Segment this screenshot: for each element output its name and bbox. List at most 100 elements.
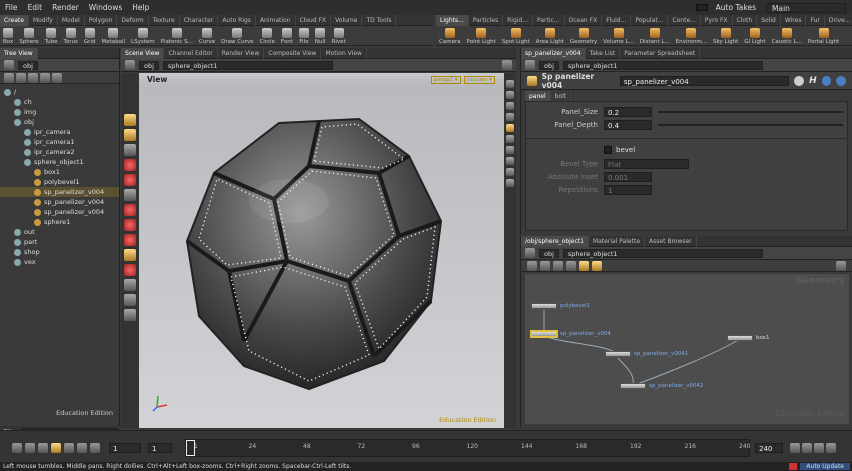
stop-icon[interactable]	[51, 443, 61, 453]
pane-tab[interactable]: Parameter Spreadsheet	[620, 47, 701, 59]
shelf-tab[interactable]: Character	[180, 14, 219, 26]
toolbar-icon[interactable]	[566, 261, 576, 271]
desktop-select[interactable]: Main	[766, 2, 846, 13]
jump-start-icon[interactable]	[12, 443, 22, 453]
shelf-tab[interactable]: Cloud FX	[296, 14, 332, 26]
shelf-tool[interactable]: Camera	[436, 28, 464, 45]
shelf-tab[interactable]: Polygon	[85, 14, 118, 26]
shelf-tab[interactable]: Partic...	[533, 14, 565, 26]
bevel-checkbox[interactable]	[604, 146, 612, 154]
shelf-tool[interactable]: LSystem	[128, 28, 158, 45]
display-icon[interactable]	[506, 113, 514, 121]
shelf-tab[interactable]: Solid	[757, 14, 781, 26]
back-icon[interactable]	[4, 60, 14, 70]
tree-item[interactable]: vex	[0, 257, 119, 267]
shelf-tool[interactable]: Distant L...	[637, 28, 673, 45]
shelf-tab[interactable]: Texture	[149, 14, 180, 26]
display-icon[interactable]	[506, 168, 514, 176]
tree-item[interactable]: ipr_camera2	[0, 147, 119, 157]
panel-size-field[interactable]: 0.2	[604, 107, 652, 117]
node-sp-panelizer-v0042[interactable]: sp_panelizer_v0042	[620, 383, 703, 389]
node-name-field[interactable]: sp_panelizer_v004	[619, 75, 790, 86]
end-frame-field[interactable]: 240	[755, 443, 783, 453]
tree-item[interactable]: obj	[0, 117, 119, 127]
menu-file[interactable]: File	[0, 3, 23, 12]
shelf-tool[interactable]: Platonic S...	[158, 28, 196, 45]
alert-icon[interactable]	[789, 463, 798, 470]
shelf-tool[interactable]: Null	[312, 28, 329, 45]
pane-tab[interactable]: Take List	[586, 47, 621, 59]
shelf-tab[interactable]: Fur	[806, 14, 825, 26]
arrow-icon[interactable]	[124, 144, 136, 156]
info-icon[interactable]	[821, 75, 832, 86]
camera-icon[interactable]	[124, 279, 136, 291]
shelf-tool[interactable]: Rivet	[329, 28, 349, 45]
menu-edit[interactable]: Edit	[23, 3, 48, 12]
pane-tab[interactable]: /obj/sphere_object1	[521, 235, 589, 247]
repetitions-field[interactable]: 1	[604, 185, 652, 195]
node-box[interactable]	[620, 383, 646, 389]
shelf-tab[interactable]: Volume	[331, 14, 363, 26]
shelf-tab[interactable]: TD Tools	[362, 14, 397, 26]
display-icon[interactable]	[506, 179, 514, 187]
shelf-tab[interactable]: Animation	[256, 14, 296, 26]
search-icon[interactable]	[836, 261, 846, 271]
shelf-tab[interactable]: Pyro FX	[701, 14, 733, 26]
keys-icon[interactable]	[790, 443, 800, 453]
tree-item[interactable]: sp_panelizer_v004	[0, 197, 119, 207]
tree-item[interactable]: box1	[0, 167, 119, 177]
node-box[interactable]	[531, 303, 557, 309]
shelf-tab[interactable]: Deform	[117, 14, 149, 26]
auto-takes[interactable]: Auto Takes	[691, 3, 766, 12]
shelf-tool[interactable]: Box	[0, 28, 16, 45]
auto-takes-checkbox[interactable]	[695, 4, 708, 11]
panel-size-slider[interactable]	[658, 111, 843, 113]
shelf-tab[interactable]: Populat...	[631, 14, 669, 26]
node-sp-panelizer-v0041[interactable]: sp_panelizer_v0041	[605, 351, 688, 357]
audio-icon[interactable]	[802, 443, 812, 453]
paint-icon[interactable]	[124, 264, 136, 276]
houdini-help-icon[interactable]: H	[809, 76, 817, 86]
tree-item[interactable]: sphere_object1	[0, 157, 119, 167]
tree-item[interactable]: out	[0, 227, 119, 237]
play-reverse-icon[interactable]	[38, 443, 48, 453]
shelf-tool[interactable]: Metaball	[98, 28, 128, 45]
step-back-icon[interactable]	[25, 443, 35, 453]
tree-item[interactable]: part	[0, 237, 119, 247]
display-icon[interactable]	[506, 80, 514, 88]
shelf-tool[interactable]: Point Light	[464, 28, 499, 45]
viewport[interactable]: View persp1 ▾ no cam ▾ Education Edition	[139, 73, 504, 428]
shelf-tool[interactable]: Geometry	[567, 28, 600, 45]
transform-tool-icon[interactable]	[124, 129, 136, 141]
cam-menu[interactable]: no cam ▾	[464, 76, 495, 84]
shelf-tab[interactable]: Lights...	[436, 14, 469, 26]
magnet-icon[interactable]	[124, 249, 136, 261]
tree-item[interactable]: shop	[0, 247, 119, 257]
param-path-obj[interactable]: obj	[539, 60, 559, 70]
shelf-tab[interactable]: Modify	[29, 14, 58, 26]
shelf-tab[interactable]: Particles	[469, 14, 504, 26]
shelf-tool[interactable]: Portal Light	[805, 28, 842, 45]
shelf-tab[interactable]: Fluid...	[602, 14, 632, 26]
pane-tab[interactable]: sp_panelizer_v004	[521, 47, 586, 59]
viewer-path-obj[interactable]: obj	[139, 60, 159, 70]
shelf-tab[interactable]: Model	[58, 14, 85, 26]
rotate-icon[interactable]	[124, 174, 136, 186]
menu-windows[interactable]: Windows	[84, 3, 127, 12]
shelf-tool[interactable]: Tube	[42, 28, 61, 45]
panel-depth-slider[interactable]	[658, 124, 843, 126]
toolbar-icon[interactable]	[16, 73, 26, 83]
toolbar-icon[interactable]	[540, 261, 550, 271]
jump-end-icon[interactable]	[90, 443, 100, 453]
shelf-tab[interactable]: Drive...	[825, 15, 852, 26]
node-polybevel1[interactable]: polybevel1	[531, 303, 590, 309]
back-icon[interactable]	[525, 60, 535, 70]
persp-menu[interactable]: persp1 ▾	[431, 76, 461, 84]
brush-icon[interactable]	[124, 234, 136, 246]
current-frame-field[interactable]: 1	[109, 443, 141, 453]
toolbar-icon[interactable]	[40, 73, 50, 83]
network-canvas[interactable]: Geometry Education Edition polybevel1 sp…	[525, 274, 849, 424]
shelf-tab[interactable]: Wires	[781, 14, 807, 26]
panel-depth-field[interactable]: 0.4	[604, 120, 652, 130]
playhead[interactable]	[186, 440, 195, 456]
